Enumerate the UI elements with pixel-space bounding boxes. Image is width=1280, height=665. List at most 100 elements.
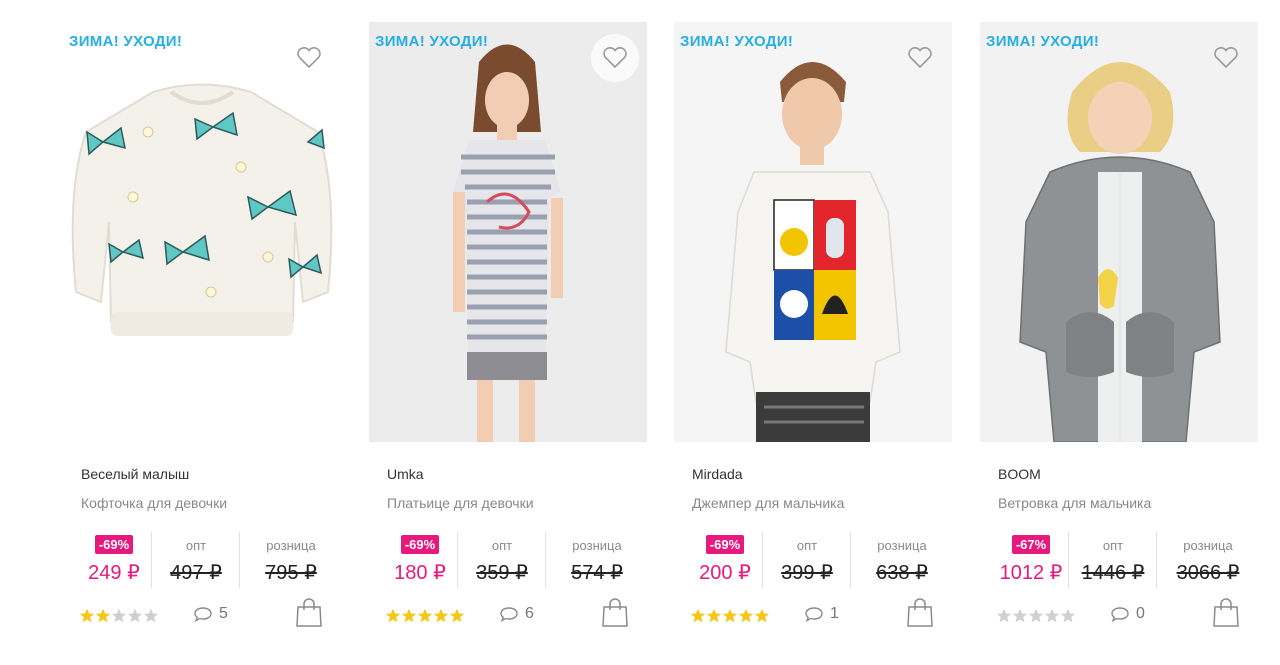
product-card[interactable]: ЗИМА! УХОДИ! Umka Платьице для девочки -… (369, 22, 647, 652)
sale-price-column: -69% 249 ₽ (77, 532, 151, 588)
star-icon (1044, 608, 1060, 623)
comments-count: 0 (1136, 605, 1145, 622)
product-brand[interactable]: Mirdada (692, 466, 743, 482)
product-card[interactable]: ЗИМА! УХОДИ! BOOM Ветровка для мальчика … (980, 22, 1258, 652)
card-footer: 5 (63, 598, 341, 634)
opt-price-column: опт 1446 ₽ (1068, 532, 1157, 588)
shopping-bag-icon[interactable] (295, 598, 323, 628)
price-block: -69% 180 ₽ опт 359 ₽ розница 574 ₽ (369, 532, 647, 588)
opt-price-column: опт 359 ₽ (457, 532, 546, 588)
comments-link[interactable]: 1 (804, 605, 839, 623)
promo-label: ЗИМА! УХОДИ! (986, 33, 1100, 50)
opt-label: опт (796, 538, 818, 553)
retail-price: 3066 ₽ (1176, 562, 1240, 584)
girl-dress-illustration (369, 22, 647, 442)
heart-icon (1214, 47, 1238, 69)
product-grid: ЗИМА! УХОДИ! Веселый малыш Кофточка для … (0, 0, 1280, 665)
boy-windbreaker-illustration (1019, 62, 1221, 442)
discount-badge: -69% (400, 535, 440, 554)
product-description[interactable]: Ветровка для мальчика (998, 495, 1151, 511)
star-icon (722, 608, 738, 623)
comment-icon (805, 607, 823, 622)
comment-icon (500, 607, 518, 622)
heart-icon (908, 47, 932, 69)
opt-price: 359 ₽ (476, 562, 528, 584)
favorite-button[interactable] (591, 34, 639, 82)
discount-badge: -67% (1011, 535, 1051, 554)
star-icon (95, 608, 111, 623)
comments-link[interactable]: 5 (193, 605, 228, 623)
rating-stars (996, 608, 1076, 623)
product-image[interactable] (980, 22, 1258, 442)
heart-icon (603, 47, 627, 69)
star-icon (690, 608, 706, 623)
star-icon (143, 608, 159, 623)
product-brand[interactable]: Веселый малыш (81, 466, 189, 482)
promo-label: ЗИМА! УХОДИ! (375, 33, 489, 50)
star-icon (996, 608, 1012, 623)
sale-price: 180 ₽ (394, 562, 446, 584)
star-icon (738, 608, 754, 623)
star-icon (1028, 608, 1044, 623)
product-image[interactable] (674, 22, 952, 442)
favorite-button[interactable] (1202, 34, 1250, 82)
sale-price-column: -69% 180 ₽ (383, 532, 457, 588)
sale-price: 200 ₽ (699, 562, 751, 584)
discount-badge: -69% (705, 535, 745, 554)
comments-count: 5 (219, 605, 228, 622)
star-icon (385, 608, 401, 623)
price-block: -69% 249 ₽ опт 497 ₽ розница 795 ₽ (63, 532, 341, 588)
price-block: -69% 200 ₽ опт 399 ₽ розница 638 ₽ (674, 532, 952, 588)
star-icon (111, 608, 127, 623)
opt-price: 497 ₽ (170, 562, 222, 584)
comments-link[interactable]: 6 (499, 605, 534, 623)
discount-badge: -69% (94, 535, 134, 554)
star-icon (79, 608, 95, 623)
product-description[interactable]: Джемпер для мальчика (692, 495, 844, 511)
product-card[interactable]: ЗИМА! УХОДИ! Веселый малыш Кофточка для … (63, 22, 341, 652)
star-icon (449, 608, 465, 623)
comments-count: 1 (830, 605, 839, 622)
product-image[interactable] (63, 22, 341, 442)
product-brand[interactable]: BOOM (998, 466, 1041, 482)
star-icon (127, 608, 143, 623)
retail-label: розница (266, 538, 316, 553)
retail-label: розница (1183, 538, 1233, 553)
product-brand[interactable]: Umka (387, 466, 424, 482)
boy-jumper-illustration (725, 62, 901, 442)
shopping-bag-icon[interactable] (906, 598, 934, 628)
card-footer: 0 (980, 598, 1258, 634)
retail-price-column: розница 638 ₽ (850, 532, 953, 588)
star-icon (1060, 608, 1076, 623)
price-block: -67% 1012 ₽ опт 1446 ₽ розница 3066 ₽ (980, 532, 1258, 588)
star-icon (754, 608, 770, 623)
retail-label: розница (572, 538, 622, 553)
product-card[interactable]: ЗИМА! УХОДИ! Mirdada Джемпер для мальчик… (674, 22, 952, 652)
comment-icon (1111, 607, 1129, 622)
star-icon (433, 608, 449, 623)
card-footer: 6 (369, 598, 647, 634)
product-description[interactable]: Платьице для девочки (387, 495, 534, 511)
retail-price: 574 ₽ (571, 562, 623, 584)
opt-price: 1446 ₽ (1081, 562, 1145, 584)
product-image[interactable] (369, 22, 647, 442)
star-icon (401, 608, 417, 623)
shopping-bag-icon[interactable] (1212, 598, 1240, 628)
sweater-illustration (71, 83, 333, 336)
shopping-bag-icon[interactable] (601, 598, 629, 628)
star-icon (706, 608, 722, 623)
product-description[interactable]: Кофточка для девочки (81, 495, 227, 511)
favorite-button[interactable] (285, 34, 333, 82)
comments-link[interactable]: 0 (1110, 605, 1145, 623)
sale-price: 1012 ₽ (999, 562, 1063, 584)
star-icon (1012, 608, 1028, 623)
comments-count: 6 (525, 605, 534, 622)
card-footer: 1 (674, 598, 952, 634)
opt-label: опт (1102, 538, 1124, 553)
rating-stars (385, 608, 465, 623)
opt-price-column: опт 497 ₽ (151, 532, 240, 588)
star-icon (417, 608, 433, 623)
retail-label: розница (877, 538, 927, 553)
rating-stars (79, 608, 159, 623)
favorite-button[interactable] (896, 34, 944, 82)
